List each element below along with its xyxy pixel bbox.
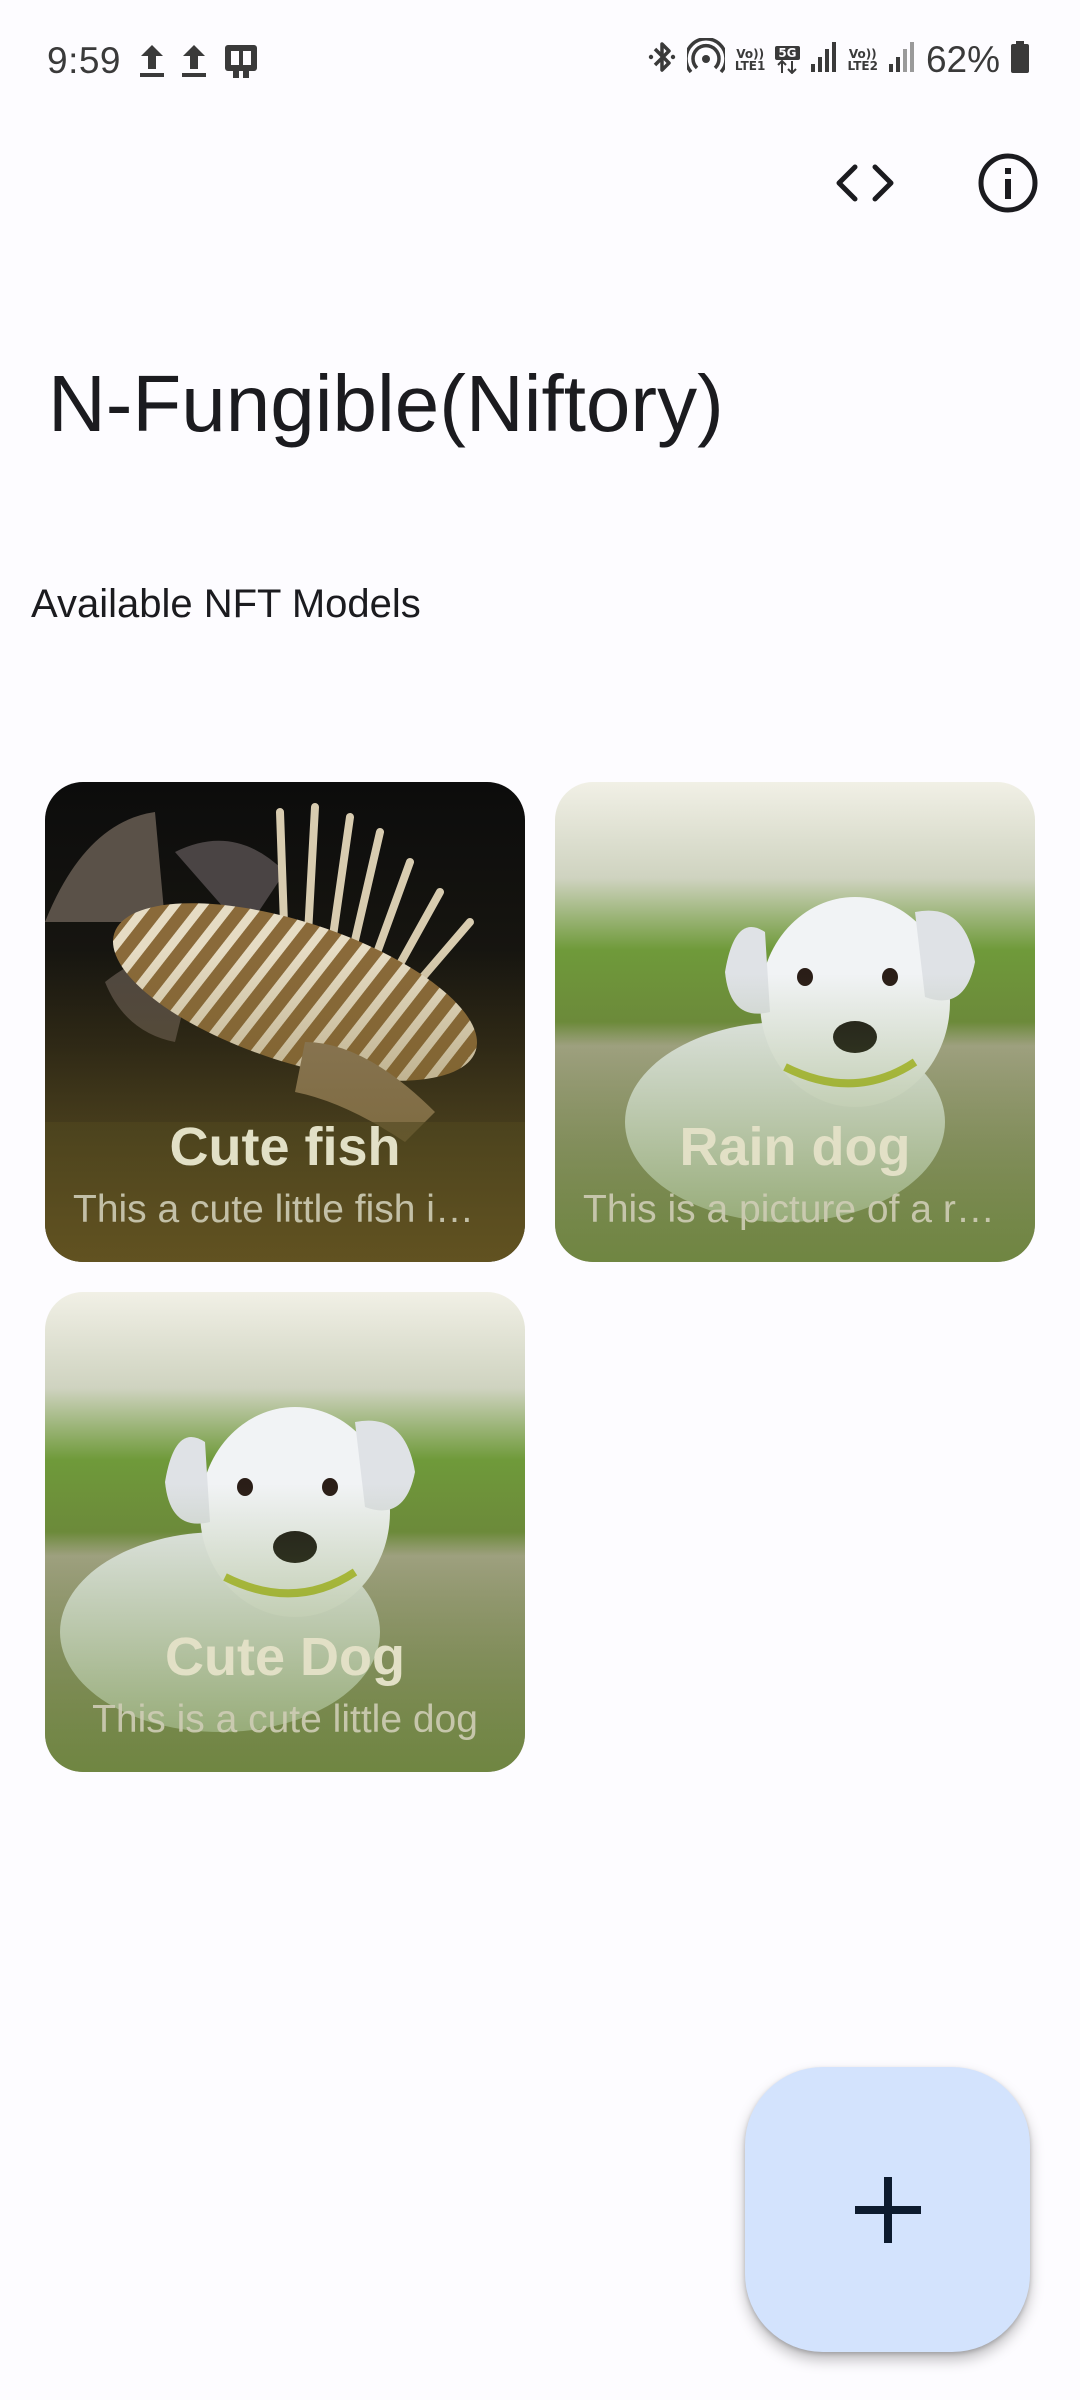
card-description: This is a picture of a rain dog <box>583 1188 1007 1231</box>
nft-card-rain-dog[interactable]: Rain dog This is a picture of a rain dog <box>555 782 1035 1262</box>
network-badge-1: Vo)) LTE1 <box>734 46 766 73</box>
signal-icon <box>888 40 916 79</box>
section-title: Available NFT Models <box>31 582 421 626</box>
network-badge-2: Vo)) LTE2 <box>847 46 878 73</box>
card-text: Cute Dog This is a cute little dog <box>45 1626 525 1772</box>
code-icon <box>836 164 894 202</box>
battery-icon <box>1010 40 1030 79</box>
card-description: This is a cute little dog <box>92 1698 478 1741</box>
card-text: Cute fish This a cute little fish image <box>45 1116 525 1262</box>
upload-icon <box>137 42 167 85</box>
card-text: Rain dog This is a picture of a rain dog <box>555 1116 1035 1262</box>
sim-card-icon <box>221 42 261 85</box>
status-right-icons: Vo)) LTE1 5G Vo)) LTE2 62% <box>647 37 1030 81</box>
battery-percent: 62% <box>925 38 1000 80</box>
network-badge-5g: 5G <box>775 45 800 74</box>
bluetooth-icon <box>647 38 677 81</box>
app-title: N-Fungible(Niftory) <box>48 359 724 448</box>
status-time: 9:59 <box>47 40 122 81</box>
status-bar: 9:59 Vo)) LTE1 5G Vo)) LTE2 62% <box>0 0 1080 120</box>
nft-card-cute-fish[interactable]: Cute fish This a cute little fish image <box>45 782 525 1262</box>
info-button[interactable] <box>963 138 1053 228</box>
status-left-icons <box>137 42 261 85</box>
card-title: Rain dog <box>679 1117 911 1177</box>
upload-icon <box>179 42 209 85</box>
card-description: This a cute little fish image <box>73 1188 497 1231</box>
code-button[interactable] <box>820 138 910 228</box>
plus-icon <box>854 2176 921 2243</box>
signal-icon <box>810 40 838 79</box>
hotspot-icon <box>684 37 728 81</box>
card-title: Cute Dog <box>165 1627 405 1687</box>
card-title: Cute fish <box>169 1117 401 1177</box>
add-nft-button[interactable] <box>745 2067 1030 2352</box>
data-arrows-icon <box>777 59 798 74</box>
info-icon <box>978 153 1038 213</box>
nft-card-cute-dog[interactable]: Cute Dog This is a cute little dog <box>45 1292 525 1772</box>
